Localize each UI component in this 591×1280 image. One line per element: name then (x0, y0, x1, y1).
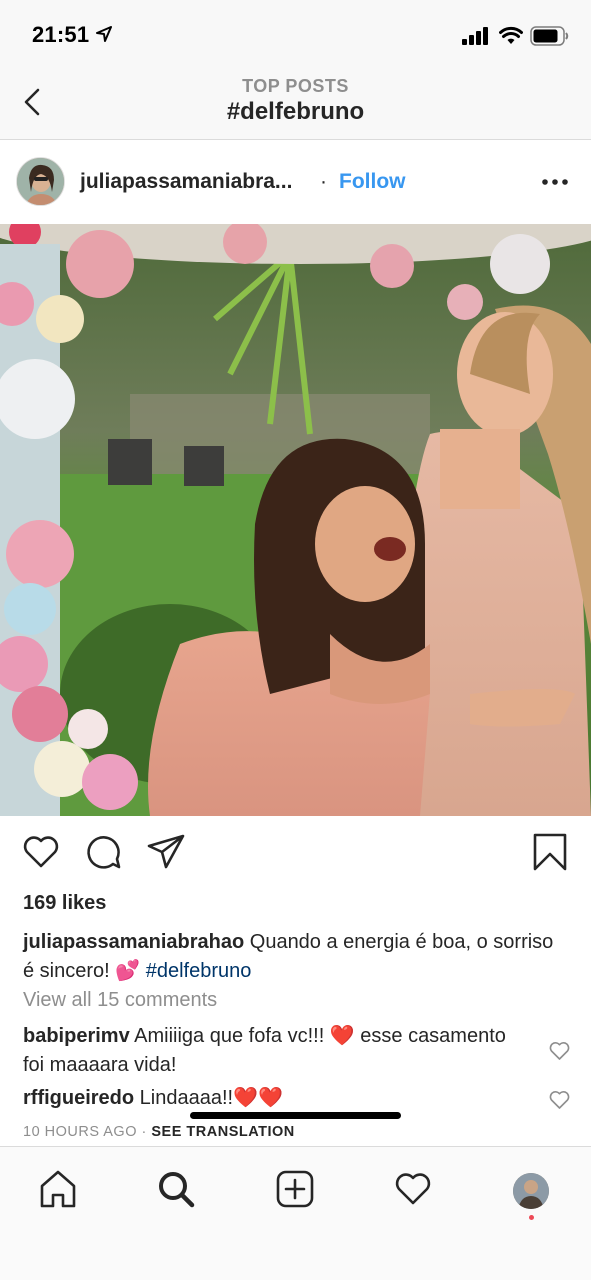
comment-item: babiperimv Amiiiiga que fofa vc!!! ❤️ es… (23, 1022, 523, 1080)
cellular-signal-icon (462, 27, 488, 45)
post-photo[interactable] (0, 224, 591, 816)
follow-button[interactable]: Follow (339, 170, 406, 194)
more-horizontal-icon[interactable] (540, 174, 570, 190)
status-bar: 21:51 (0, 0, 591, 72)
activity-heart-icon[interactable] (393, 1169, 433, 1209)
see-translation-link[interactable]: SEE TRANSLATION (151, 1124, 294, 1140)
timestamp-separator: · (136, 1124, 152, 1140)
post-header: juliapassamaniabra... · Follow (0, 140, 591, 224)
share-icon[interactable] (146, 832, 186, 872)
search-icon[interactable] (156, 1169, 196, 1209)
post-timestamp: 10 HOURS AGO · SEE TRANSLATION (23, 1124, 295, 1140)
caption-username[interactable]: juliapassamaniabrahao (23, 931, 244, 953)
comment-like-heart-icon[interactable] (549, 1041, 570, 1061)
view-all-comments-link[interactable]: View all 15 comments (23, 989, 217, 1012)
timestamp-text: 10 HOURS AGO (23, 1124, 137, 1140)
nav-header: TOP POSTS #delfebruno (0, 72, 591, 140)
comment-icon[interactable] (84, 832, 124, 872)
battery-icon (530, 26, 569, 46)
profile-avatar[interactable] (513, 1173, 549, 1209)
tab-bar (0, 1146, 591, 1280)
home-indicator (190, 1112, 401, 1119)
comment-username[interactable]: rffigueiredo (23, 1087, 134, 1109)
post-username[interactable]: juliapassamaniabra... (80, 170, 292, 194)
comment-username[interactable]: babiperimv (23, 1025, 130, 1047)
location-arrow-icon (96, 26, 112, 42)
heart-icon[interactable] (21, 832, 61, 872)
page-title: #delfebruno (226, 98, 365, 125)
comment-item: rffigueiredo Lindaaaa!!❤️❤️ (23, 1084, 523, 1113)
home-icon[interactable] (38, 1169, 78, 1209)
caption-hashtag[interactable]: #delfebruno (146, 960, 252, 982)
post-caption: juliapassamaniabrahao Quando a energia é… (23, 928, 568, 986)
wifi-icon (499, 26, 523, 44)
post-actions (0, 826, 591, 882)
header-subtitle: TOP POSTS (242, 76, 349, 96)
avatar[interactable] (16, 157, 65, 206)
separator-dot: · (320, 170, 327, 193)
add-post-icon[interactable] (275, 1169, 315, 1209)
comment-like-heart-icon[interactable] (549, 1090, 570, 1110)
comment-text: Lindaaaa!!❤️❤️ (134, 1087, 283, 1109)
status-time: 21:51 (32, 22, 90, 47)
likes-count[interactable]: 169 likes (23, 892, 106, 915)
notification-dot (529, 1215, 534, 1220)
bookmark-icon[interactable] (530, 832, 570, 872)
